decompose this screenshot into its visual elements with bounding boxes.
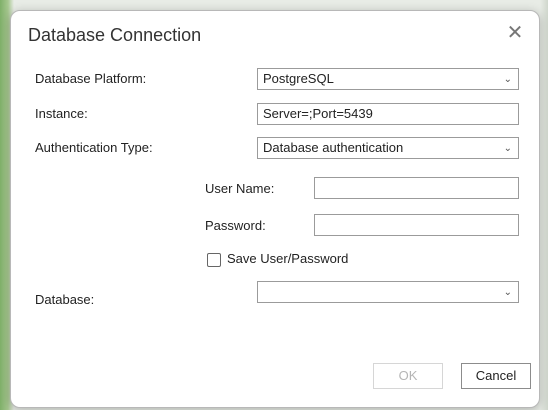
instance-value: Server=;Port=5439 bbox=[263, 106, 373, 121]
instance-input[interactable]: Server=;Port=5439 bbox=[257, 103, 519, 125]
save-credentials-checkbox[interactable] bbox=[207, 253, 221, 267]
chevron-down-icon: ⌄ bbox=[503, 143, 512, 154]
username-label: User Name: bbox=[205, 181, 275, 196]
password-input[interactable] bbox=[314, 214, 519, 236]
password-label: Password: bbox=[205, 218, 266, 233]
auth-type-value: Database authentication bbox=[263, 140, 404, 155]
database-label: Database: bbox=[35, 292, 95, 307]
instance-label: Instance: bbox=[35, 106, 88, 121]
save-credentials-label: Save User/Password bbox=[227, 251, 349, 266]
auth-type-select[interactable]: Database authentication ⌄ bbox=[257, 137, 519, 159]
cancel-button[interactable]: Cancel bbox=[461, 363, 531, 389]
close-icon[interactable]: ✕ bbox=[505, 23, 525, 43]
platform-value: PostgreSQL bbox=[263, 71, 334, 86]
database-select[interactable]: ⌄ bbox=[257, 281, 519, 303]
auth-type-label: Authentication Type: bbox=[35, 140, 153, 155]
platform-select[interactable]: PostgreSQL ⌄ bbox=[257, 68, 519, 90]
platform-label: Database Platform: bbox=[35, 71, 147, 86]
chevron-down-icon: ⌄ bbox=[503, 74, 512, 85]
ok-button[interactable]: OK bbox=[373, 363, 443, 389]
username-input[interactable] bbox=[314, 177, 519, 199]
background-partial-text bbox=[0, 145, 10, 165]
database-connection-dialog: Database Connection ✕ Database Platform:… bbox=[10, 10, 540, 408]
dialog-title: Database Connection bbox=[28, 25, 202, 45]
chevron-down-icon: ⌄ bbox=[503, 287, 512, 298]
